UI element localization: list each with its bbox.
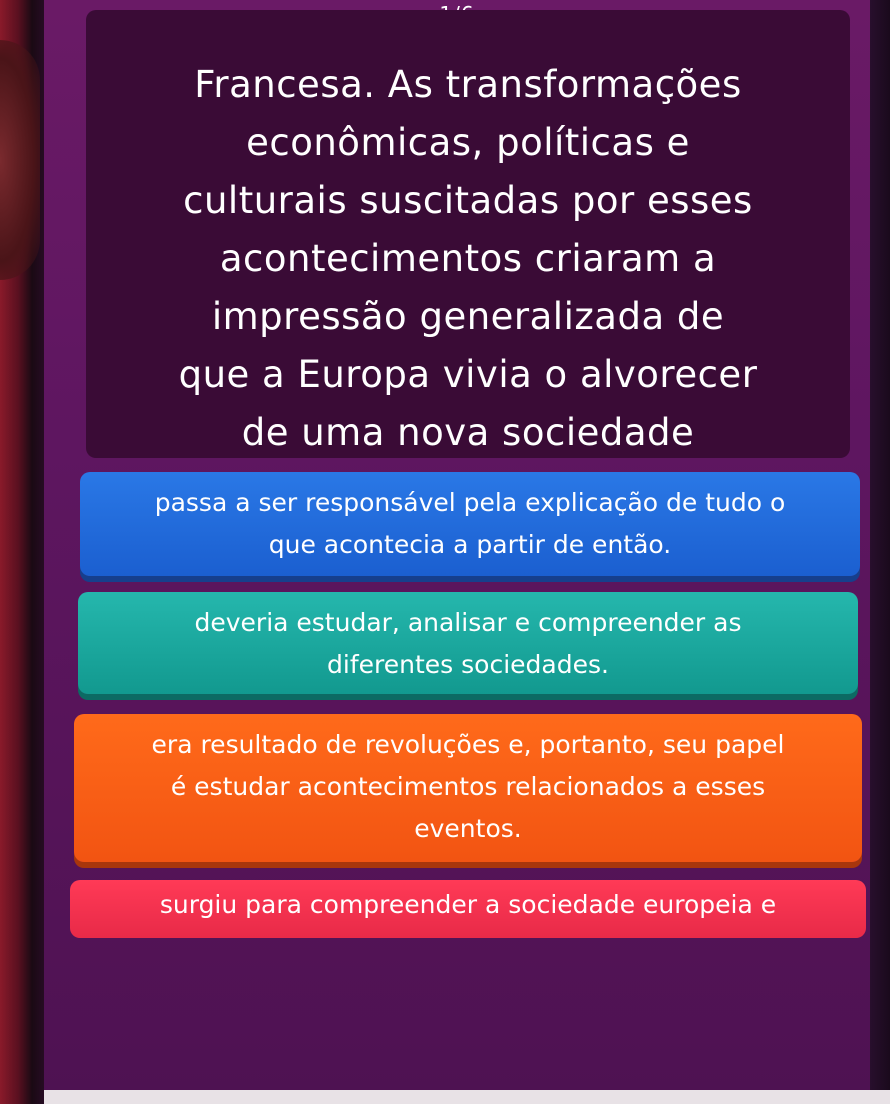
answer-option-line: eventos.: [414, 814, 522, 843]
answer-option-line: que acontecia a partir de então.: [268, 530, 672, 559]
answer-option-a[interactable]: passa a ser responsável pela explicação …: [80, 472, 860, 576]
finger-shadow: [0, 40, 40, 280]
question-line: culturais suscitadas por esses: [183, 179, 753, 222]
screen-bottom-edge: [44, 1090, 890, 1104]
answer-option-line: surgiu para compreender a sociedade euro…: [159, 890, 777, 919]
answer-option-line: é estudar acontecimentos relacionados a …: [170, 772, 766, 801]
answer-option-line: passa a ser responsável pela explicação …: [154, 488, 786, 517]
question-line: econômicas, políticas e: [246, 121, 690, 164]
answer-option-line: deveria estudar, analisar e compreender …: [194, 608, 742, 637]
question-line: acontecimentos criaram a: [219, 237, 717, 280]
question-line: impressão generalizada de: [211, 295, 725, 338]
question-line: que a Europa vivia o alvorecer: [178, 353, 758, 396]
quiz-screen: 1/6 Francesa. As transformações econômic…: [44, 0, 870, 1104]
answer-option-line: era resultado de revoluções e, portanto,…: [151, 730, 785, 759]
answer-option-b[interactable]: deveria estudar, analisar e compreender …: [78, 592, 858, 694]
question-text: Francesa. As transformações econômicas, …: [104, 56, 832, 458]
question-line: de uma nova sociedade: [241, 411, 695, 454]
answer-option-c[interactable]: era resultado de revoluções e, portanto,…: [74, 714, 862, 862]
question-line: Francesa. As transformações: [194, 63, 742, 106]
question-card: Francesa. As transformações econômicas, …: [86, 10, 850, 458]
answer-option-d[interactable]: surgiu para compreender a sociedade euro…: [70, 880, 866, 938]
answer-option-line: diferentes sociedades.: [327, 650, 609, 679]
